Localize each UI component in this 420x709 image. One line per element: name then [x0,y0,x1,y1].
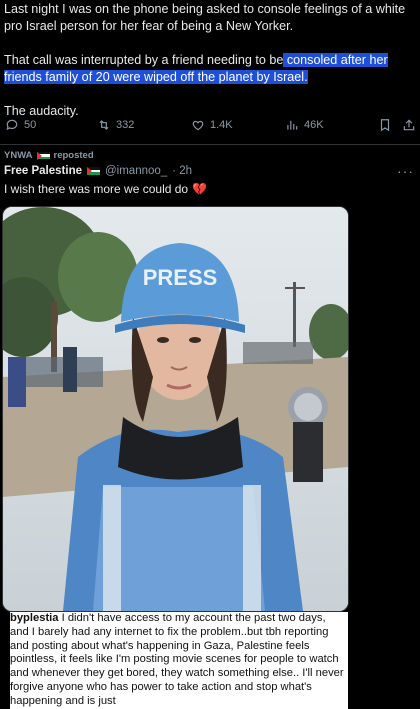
palestine-flag-icon [36,151,50,160]
tweet-actions: 50 332 1.4K 46K [0,116,420,138]
post-time[interactable]: · 2h [172,165,192,177]
repost-button[interactable]: 332 [97,118,134,132]
press-helmet-label: PRESS [143,265,218,290]
bookmark-icon [380,119,390,132]
views-button[interactable]: 46K [285,118,324,132]
like-icon [192,120,204,131]
share-icon [403,119,415,131]
reposted-by-name[interactable]: YNWA [4,150,33,161]
author-name[interactable]: Free Palestine [4,165,82,177]
view-count: 46K [304,119,324,131]
image-caption: byplestia I didn't have access to my acc… [10,612,348,709]
broken-heart-icon: 💔 [192,182,208,196]
more-icon[interactable]: ··· [397,163,414,179]
tweet-paragraph-2: That call was interrupted by a friend ne… [4,52,416,86]
bookmark-button[interactable] [378,118,392,132]
reply-icon [6,119,18,131]
author-handle[interactable]: @imannoo_ [105,165,167,177]
tweet-paragraph-1: Last night I was on the phone being aske… [4,2,406,33]
tweet-image[interactable]: PRESS [2,206,349,612]
journalist-photo: PRESS [3,207,348,611]
tweet-text: Last night I was on the phone being aske… [4,1,416,120]
like-count: 1.4K [210,119,233,131]
repost-icon [99,120,109,130]
views-icon [287,120,298,130]
repost-count: 332 [116,119,135,131]
reposted-label: reposted [53,150,94,161]
tweet-divider [0,144,420,145]
tweet-paragraph-2-plain: That call was interrupted by a friend ne… [4,53,284,67]
share-button[interactable] [402,118,416,132]
tweet-text: I wish there was more we could do 💔 [4,182,207,196]
tweet-body: I wish there was more we could do [4,182,189,196]
caption-username: byplestia [10,612,59,624]
reply-count: 50 [24,119,37,131]
author-line: Free Palestine @imannoo_ · 2h [4,165,192,177]
like-button[interactable]: 1.4K [191,118,233,132]
caption-text: I didn't have access to my account the p… [10,612,344,707]
reply-button[interactable]: 50 [5,118,36,132]
repost-context[interactable]: YNWA reposted [4,150,94,161]
palestine-flag-icon [86,167,100,175]
